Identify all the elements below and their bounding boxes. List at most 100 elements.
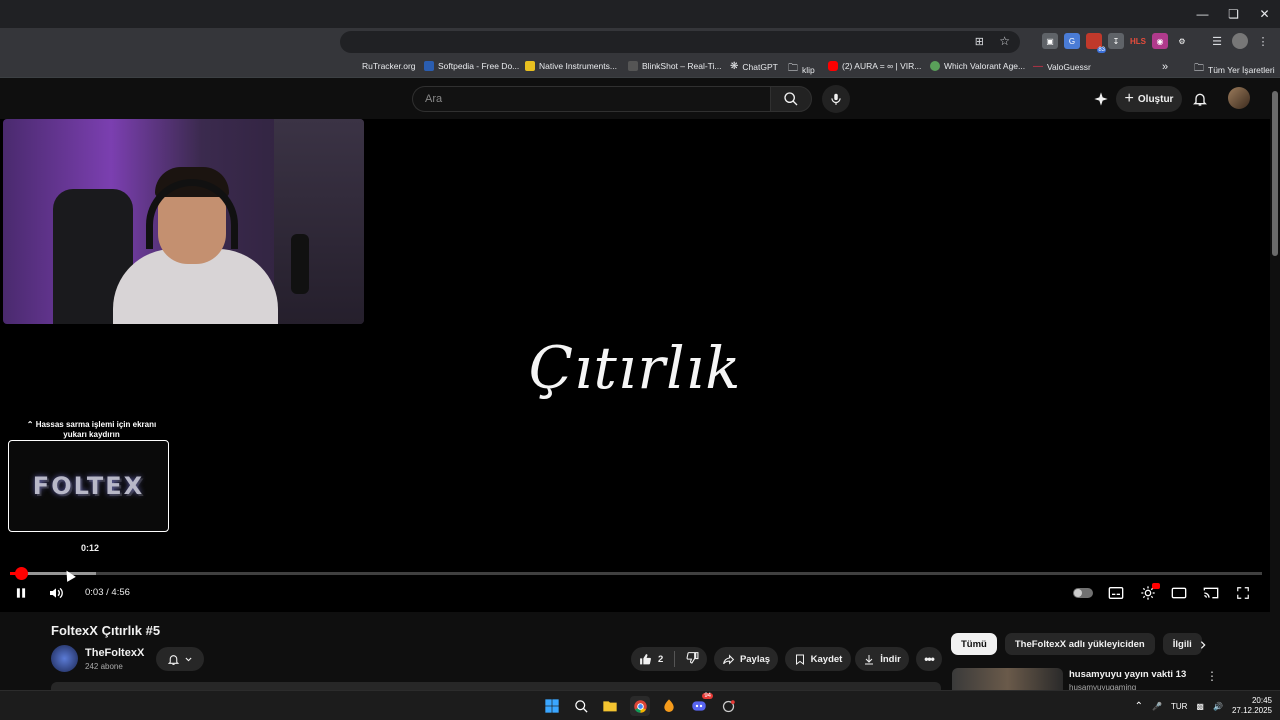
video-player[interactable]: Çıtırlık ⌃ Hassas sarma işlemi için ekra…	[0, 119, 1270, 612]
dislike-button[interactable]	[686, 651, 699, 667]
mouse-cursor-icon	[61, 568, 76, 582]
extension-pink-icon[interactable]: ◉	[1152, 33, 1168, 49]
address-bar[interactable]: ⊞ ☆	[340, 31, 1020, 53]
fullscreen-button[interactable]	[1231, 581, 1255, 605]
cast-button[interactable]	[1199, 581, 1223, 605]
media-queue-icon[interactable]: ☰	[1208, 32, 1226, 50]
like-button[interactable]: 2	[639, 653, 663, 666]
channel-avatar[interactable]	[51, 645, 78, 672]
scrollbar-thumb[interactable]	[1272, 91, 1278, 256]
seek-preview-thumbnail: FOLTEX	[8, 440, 169, 532]
preview-logo: FOLTEX	[32, 472, 145, 500]
more-actions-button[interactable]: •••	[916, 647, 942, 671]
scrubber-handle[interactable]	[15, 567, 29, 580]
channel-name[interactable]: TheFoltexX	[85, 647, 144, 659]
hls-icon[interactable]: HLS	[1130, 33, 1146, 49]
puzzle-icon[interactable]: ⚙	[1174, 33, 1190, 49]
bookmark-item[interactable]: ❋ ChatGPT	[730, 61, 778, 72]
settings-button[interactable]	[1136, 581, 1160, 605]
subscriber-count: 242 abone	[85, 662, 123, 671]
adblock-icon[interactable]: 83	[1086, 33, 1106, 53]
bookmark-item[interactable]: Native Instruments...	[525, 61, 617, 71]
share-button[interactable]: Paylaş	[714, 647, 778, 671]
voice-search-button[interactable]	[822, 85, 850, 113]
fullscreen-icon	[1237, 587, 1249, 599]
bookmark-favicon-icon	[628, 61, 638, 71]
bookmark-item[interactable]: Which Valorant Age...	[930, 61, 1025, 71]
bookmark-item[interactable]: — ValoGuessr	[1033, 61, 1091, 72]
youtube-icon	[828, 61, 838, 71]
microphone-icon	[831, 93, 841, 105]
more-horizontal-icon: •••	[924, 652, 935, 666]
account-avatar[interactable]	[1228, 87, 1250, 109]
windows-start-icon[interactable]	[542, 696, 562, 716]
system-tray: ⌃ 🎤 TUR ▩ 🔊 20:45 27.12.2025	[1135, 691, 1272, 720]
browser-titlebar: — ❏ ✕	[0, 0, 1280, 28]
subtitles-button[interactable]	[1104, 581, 1128, 605]
search-icon[interactable]	[571, 696, 591, 716]
chip-from-uploader[interactable]: TheFoltexX adlı yükleyiciden	[1004, 633, 1155, 655]
video-overlay-title: Çıtırlık	[528, 334, 742, 402]
thumbs-up-icon	[640, 653, 651, 664]
chevron-up-icon[interactable]: ⌃	[1135, 701, 1143, 712]
window-controls: — ❏ ✕	[1187, 0, 1280, 28]
profile-icon[interactable]	[1232, 33, 1248, 49]
recommended-video-thumbnail[interactable]	[952, 668, 1063, 690]
theater-mode-button[interactable]	[1167, 581, 1191, 605]
network-icon[interactable]: ▩	[1196, 702, 1204, 711]
save-button[interactable]: Kaydet	[785, 647, 851, 671]
discord-icon[interactable]: 94	[689, 693, 713, 716]
translate-icon[interactable]: G	[1064, 33, 1080, 49]
page-scrollbar[interactable]	[1270, 79, 1280, 690]
bookmark-item[interactable]: Softpedia - Free Do...	[424, 61, 519, 71]
speaker-icon[interactable]: 🔊	[1213, 702, 1223, 711]
scrub-hint: ⌃ Hassas sarma işlemi için ekranı yukarı…	[26, 420, 157, 439]
progress-bar[interactable]	[10, 567, 1262, 582]
microphone-icon[interactable]: 🎤	[1152, 702, 1162, 711]
hd-badge-icon	[1152, 583, 1160, 589]
fl-studio-icon[interactable]	[659, 696, 679, 716]
cast-icon	[1203, 587, 1219, 599]
file-explorer-icon[interactable]	[600, 696, 620, 716]
clock[interactable]: 20:45 27.12.2025	[1232, 696, 1272, 716]
app-icon[interactable]	[718, 696, 738, 716]
extension-icon[interactable]: ▣	[1042, 33, 1058, 49]
volume-button[interactable]	[44, 581, 68, 605]
pause-button[interactable]	[9, 581, 33, 605]
plus-icon: +	[1124, 90, 1134, 107]
language-indicator[interactable]: TUR	[1171, 702, 1187, 711]
recommended-video-title[interactable]: husamyuyu yayın vakti 13	[1069, 669, 1186, 680]
bookmark-item[interactable]: 🗀 klip	[788, 61, 815, 78]
download-icon[interactable]: ↧	[1108, 33, 1124, 49]
search-button[interactable]	[770, 86, 812, 112]
bookmarks-overflow-button[interactable]: »	[1162, 61, 1168, 73]
chrome-icon[interactable]	[630, 696, 650, 716]
autoplay-toggle[interactable]	[1073, 588, 1093, 598]
menu-icon[interactable]: ⋮	[1254, 32, 1272, 50]
more-vertical-icon[interactable]: ⋮	[1206, 669, 1218, 683]
install-app-icon[interactable]: ⊞	[975, 35, 984, 48]
subscription-bell-button[interactable]	[156, 647, 204, 671]
volume-icon	[50, 587, 63, 599]
star-icon[interactable]: ☆	[999, 34, 1010, 48]
gemini-icon[interactable]	[1089, 87, 1113, 111]
video-title: FoltexX Çıtırlık #5	[51, 623, 161, 638]
bookmark-item[interactable]: (2) AURA = ∞ | VIR...	[828, 61, 921, 71]
minimize-icon[interactable]: —	[1187, 0, 1218, 28]
webcam-background	[274, 119, 364, 324]
close-icon[interactable]: ✕	[1249, 0, 1280, 28]
notifications-icon[interactable]	[1188, 87, 1212, 111]
create-button[interactable]: + Oluştur	[1116, 86, 1182, 112]
chips-next-button[interactable]	[1192, 634, 1214, 656]
theater-icon	[1171, 587, 1187, 599]
bookmark-item[interactable]: BlinkShot – Real-Ti...	[628, 61, 722, 71]
description-box[interactable]	[51, 682, 941, 690]
share-icon	[723, 653, 735, 665]
bookmark-item[interactable]: RuTracker.org	[362, 61, 416, 71]
download-button[interactable]: İndir	[855, 647, 909, 671]
bookmarks-bar: RuTracker.org Softpedia - Free Do... Nat…	[0, 56, 1280, 78]
all-bookmarks-button[interactable]: 🗀 Tüm Yer İşaretleri	[1194, 61, 1275, 78]
chip-all[interactable]: Tümü	[951, 633, 997, 655]
restore-icon[interactable]: ❏	[1218, 0, 1249, 28]
search-input[interactable]	[413, 87, 770, 111]
